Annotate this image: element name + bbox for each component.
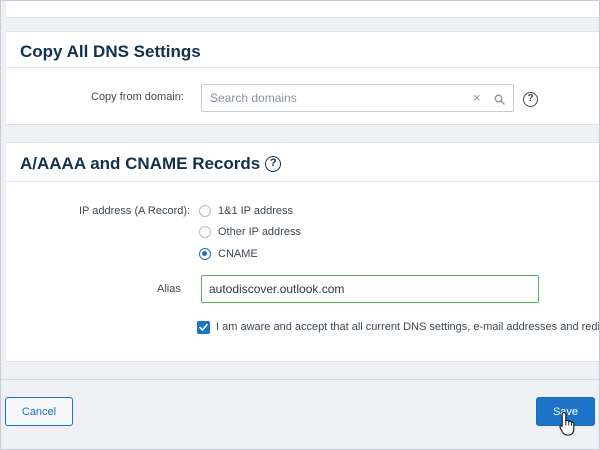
consent-text: I am aware and accept that all current D… [216, 321, 600, 333]
footer-bar: Cancel Save [1, 379, 599, 449]
records-title-text: A/AAAA and CNAME Records [20, 154, 261, 173]
radio-option-cname[interactable]: CNAME [199, 248, 258, 260]
copy-dns-title: Copy All DNS Settings [20, 42, 201, 61]
radio-label: 1&1 IP address [218, 205, 294, 217]
radio-cname[interactable] [199, 248, 211, 260]
radio-label: CNAME [218, 248, 258, 260]
copy-dns-help-icon[interactable]: ? [523, 92, 538, 107]
clear-icon[interactable]: × [473, 91, 481, 105]
hand-cursor-icon [559, 411, 575, 442]
consent-checkbox[interactable] [197, 321, 210, 334]
records-title: A/AAAA and CNAME Records ? [20, 154, 282, 174]
divider [6, 67, 599, 68]
radio-option-other-ip[interactable]: Other IP address [199, 226, 301, 238]
alias-label: Alias [157, 283, 181, 295]
records-panel: A/AAAA and CNAME Records ? IP address (A… [6, 142, 600, 362]
search-icon[interactable] [494, 92, 505, 110]
checkmark-icon [199, 323, 208, 331]
copy-dns-panel: Copy All DNS Settings Copy from domain: … [6, 31, 599, 125]
radio-label: Other IP address [218, 226, 301, 238]
records-help-icon[interactable]: ? [265, 156, 282, 172]
alias-input[interactable] [202, 276, 538, 302]
radio-1and1-ip[interactable] [199, 205, 211, 217]
cancel-button[interactable]: Cancel [5, 397, 73, 426]
radio-option-1and1-ip[interactable]: 1&1 IP address [199, 205, 293, 217]
alias-field[interactable] [201, 275, 539, 303]
ip-address-label: IP address (A Record): [79, 205, 191, 217]
radio-other-ip[interactable] [199, 226, 211, 238]
domain-search-box[interactable]: × [201, 84, 514, 112]
domain-search-input[interactable] [202, 85, 462, 111]
copy-from-label: Copy from domain: [91, 91, 184, 103]
previous-panel-edge [6, 1, 599, 18]
window: Copy All DNS Settings Copy from domain: … [0, 0, 600, 450]
divider [6, 181, 599, 182]
